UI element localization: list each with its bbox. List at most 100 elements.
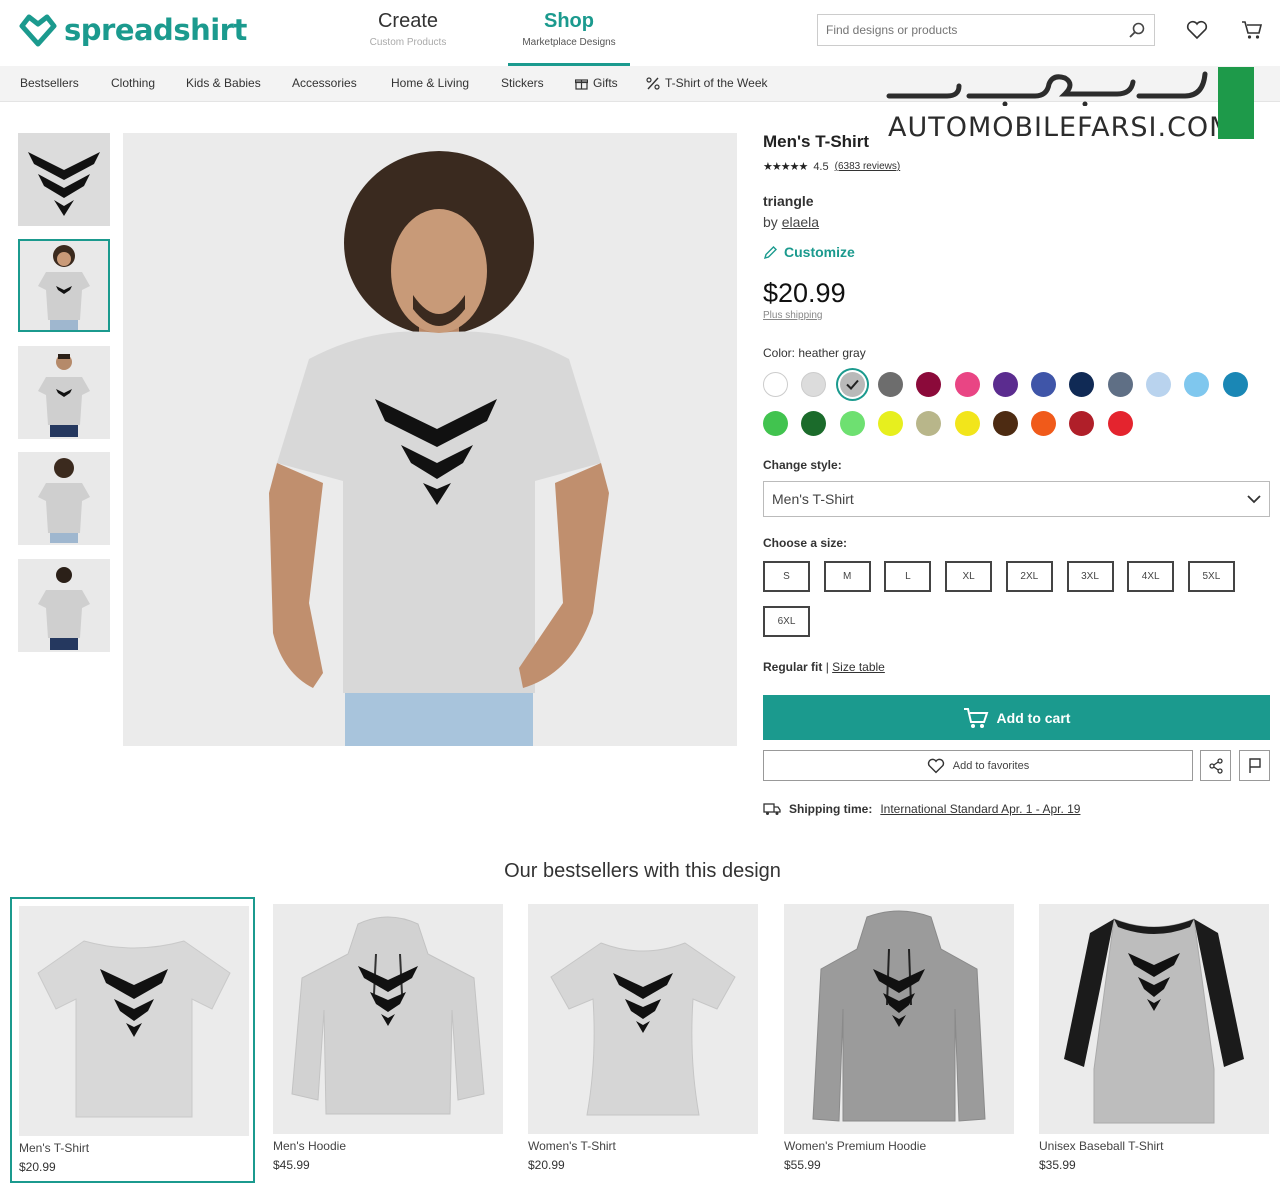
spreadshirt-logo[interactable]: spreadshirt <box>18 12 247 48</box>
nav-create[interactable]: Create Custom Products <box>355 10 461 48</box>
category-clothing[interactable]: Clothing <box>111 76 155 90</box>
womens-premium-hoodie-image <box>812 910 986 1122</box>
product-name: Unisex Baseball T-Shirt <box>1039 1139 1164 1153</box>
color-swatch[interactable] <box>1031 411 1057 436</box>
thumbnail-model-back-2[interactable] <box>18 559 110 652</box>
product-price: $20.99 <box>19 1160 56 1174</box>
color-swatch[interactable] <box>916 411 942 436</box>
color-swatch[interactable] <box>1222 372 1248 397</box>
category-stickers[interactable]: Stickers <box>501 76 544 90</box>
share-button[interactable] <box>1200 750 1231 781</box>
heart-icon <box>927 758 944 773</box>
color-swatch[interactable] <box>1031 372 1057 397</box>
thumbnail-design[interactable] <box>18 133 110 226</box>
color-swatch[interactable] <box>1069 411 1095 436</box>
size-option[interactable]: 6XL <box>763 606 810 637</box>
thumbnail-model-back[interactable] <box>18 452 110 545</box>
color-swatch[interactable] <box>801 411 827 436</box>
size-option[interactable]: M <box>823 561 871 592</box>
product-image <box>19 906 249 1136</box>
color-swatch[interactable] <box>763 411 788 436</box>
model-image <box>38 244 90 330</box>
shipping-label: Shipping time: <box>789 802 873 816</box>
color-swatch[interactable] <box>916 372 942 397</box>
site-header: spreadshirt Create Custom Products Shop … <box>0 0 1280 66</box>
size-option[interactable]: L <box>884 561 932 592</box>
nav-shop-label: Shop <box>544 10 594 32</box>
bestseller-card[interactable]: Men's Hoodie $45.99 <box>266 897 511 1183</box>
product-name: Men's T-Shirt <box>19 1141 90 1155</box>
search-icon[interactable] <box>1128 21 1146 39</box>
nav-create-label: Create <box>377 10 439 32</box>
designer-link[interactable]: elaela <box>782 214 819 230</box>
color-swatch[interactable] <box>801 372 827 397</box>
report-button[interactable] <box>1239 750 1270 781</box>
color-swatch[interactable] <box>839 372 865 397</box>
reviews-link[interactable]: (6383 reviews) <box>835 161 901 172</box>
percent-icon <box>646 76 660 90</box>
bestseller-card[interactable]: Women's Premium Hoodie $55.99 <box>777 897 1022 1183</box>
watermark-green-bar <box>1218 67 1254 139</box>
color-swatch[interactable] <box>954 372 980 397</box>
model-image <box>38 457 90 543</box>
category-home-living[interactable]: Home & Living <box>391 76 469 90</box>
size-option[interactable]: 3XL <box>1066 561 1114 592</box>
category-accessories[interactable]: Accessories <box>292 76 357 90</box>
size-option[interactable]: 2XL <box>1005 561 1053 592</box>
size-option[interactable]: 5XL <box>1187 561 1235 592</box>
add-to-cart-label: Add to cart <box>996 709 1071 726</box>
color-swatch[interactable] <box>1069 372 1095 397</box>
bestseller-card[interactable]: Unisex Baseball T-Shirt $35.99 <box>1032 897 1277 1183</box>
size-table-link[interactable]: Size table <box>832 660 885 674</box>
add-to-favorites-button[interactable]: Add to favorites <box>763 750 1193 781</box>
pencil-icon <box>763 245 777 259</box>
checkmark-icon <box>845 379 859 390</box>
category-tshirt-of-week[interactable]: T-Shirt of the Week <box>646 76 768 90</box>
shipping-value-link[interactable]: International Standard Apr. 1 - Apr. 19 <box>880 802 1080 816</box>
color-swatch[interactable] <box>992 411 1018 436</box>
cart-icon[interactable] <box>1240 18 1264 42</box>
color-swatch[interactable] <box>1107 372 1133 397</box>
designer-line: by elaela <box>763 214 819 230</box>
nav-shop[interactable]: Shop Marketplace Designs <box>508 10 630 66</box>
category-gifts[interactable]: Gifts <box>575 76 618 90</box>
category-kids-babies[interactable]: Kids & Babies <box>186 76 261 90</box>
fit-label: Regular fit <box>763 660 823 674</box>
share-icon <box>1208 757 1223 774</box>
color-swatch[interactable] <box>763 372 788 397</box>
size-option[interactable]: XL <box>945 561 993 592</box>
thumbnail-model-2[interactable] <box>18 346 110 439</box>
color-swatch[interactable] <box>954 411 980 436</box>
color-swatch[interactable] <box>1146 372 1171 397</box>
product-image <box>273 904 503 1134</box>
color-swatch[interactable] <box>1107 411 1133 436</box>
search-input[interactable] <box>826 23 1128 37</box>
color-swatch[interactable] <box>1184 372 1210 397</box>
watermark-text: AUTOMOBILEFARSI.COM <box>888 112 1234 143</box>
main-product-image[interactable] <box>123 133 737 746</box>
style-select[interactable]: Men's T-Shirt <box>763 481 1270 517</box>
baseball-tshirt-image <box>1064 918 1244 1124</box>
category-bestsellers[interactable]: Bestsellers <box>20 76 79 90</box>
logo-text: spreadshirt <box>64 13 247 47</box>
color-swatch[interactable] <box>839 411 865 436</box>
wishlist-heart-icon[interactable] <box>1185 18 1209 42</box>
size-option[interactable]: 4XL <box>1127 561 1175 592</box>
color-swatch[interactable] <box>992 372 1018 397</box>
size-option[interactable]: S <box>763 561 810 592</box>
add-to-cart-button[interactable]: Add to cart <box>763 695 1270 740</box>
customize-link[interactable]: Customize <box>763 244 855 260</box>
thumbnail-model-front[interactable] <box>18 239 110 332</box>
bestseller-card[interactable]: Men's T-Shirt $20.99 <box>10 897 255 1183</box>
plus-shipping-link[interactable]: Plus shipping <box>763 310 822 321</box>
color-swatch[interactable] <box>877 372 903 397</box>
search-box <box>817 14 1155 46</box>
style-select-value: Men's T-Shirt <box>772 491 854 507</box>
bestseller-card[interactable]: Women's T-Shirt $20.99 <box>521 897 766 1183</box>
product-image <box>528 904 758 1134</box>
womens-tshirt-image <box>550 942 736 1116</box>
category-tshirt-of-week-label: T-Shirt of the Week <box>665 76 768 90</box>
watermark-script-logo <box>886 71 1208 106</box>
model-image <box>38 566 90 650</box>
color-swatch[interactable] <box>877 411 903 436</box>
